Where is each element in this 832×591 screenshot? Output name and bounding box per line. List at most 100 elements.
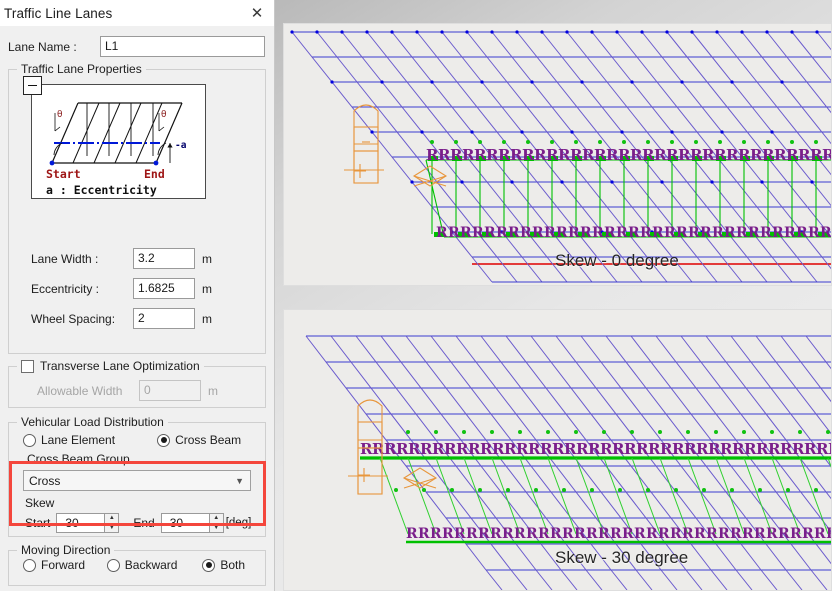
svg-text:R: R (706, 526, 718, 542)
svg-text:R: R (682, 526, 694, 542)
svg-text:R: R (778, 526, 790, 542)
svg-text:R: R (520, 225, 532, 241)
svg-text:R: R (514, 526, 526, 542)
svg-text:Start: Start (46, 167, 81, 181)
skew-label: Skew (25, 496, 55, 510)
svg-text:R: R (628, 225, 640, 241)
lane-name-input[interactable]: L1 (100, 36, 265, 57)
allowable-width-label: Allowable Width (37, 383, 123, 398)
radio-backward[interactable] (106, 558, 120, 572)
transverse-lane-optimization-label: Transverse Lane Optimization (40, 359, 200, 373)
svg-text:R: R (580, 225, 592, 241)
svg-text:R: R (754, 526, 766, 542)
radio-both[interactable] (202, 558, 216, 572)
vehicular-load-distribution-group: Vehicular Load Distribution Lane Element… (8, 415, 266, 537)
svg-text:R: R (484, 225, 496, 241)
spin-down-icon[interactable]: ▼ (210, 524, 223, 533)
allowable-width-unit: m (208, 383, 218, 398)
skew-end-spin-buttons[interactable]: ▲ ▼ (208, 513, 224, 533)
svg-text:R: R (454, 526, 466, 542)
spin-up-icon[interactable]: ▲ (209, 514, 223, 524)
cross-beam-group-select[interactable]: Cross ▼ (23, 470, 251, 491)
lane-diagram: θ θ -a Start End a: Eccentricity (31, 84, 206, 199)
svg-text:R: R (526, 526, 538, 542)
svg-text:R: R (808, 225, 820, 241)
svg-text:R: R (828, 440, 832, 458)
svg-text:R: R (760, 225, 772, 241)
svg-text:R: R (430, 526, 442, 542)
chevron-down-icon[interactable]: ▼ (235, 476, 248, 486)
svg-text:R: R (610, 526, 622, 542)
radio-lane-element[interactable] (23, 433, 36, 447)
svg-text:R: R (466, 526, 478, 542)
cross-beam-group-label: Cross Beam Group (27, 452, 130, 466)
skew-30-label: Skew - 30 degree (555, 548, 689, 567)
checkbox-icon[interactable] (21, 359, 34, 373)
svg-text:R: R (772, 225, 784, 241)
svg-text:R: R (490, 526, 502, 542)
svg-text:R: R (784, 225, 796, 241)
svg-text:R: R (544, 225, 556, 241)
wheel-spacing-input[interactable]: 2 (133, 308, 195, 329)
spin-up-icon[interactable]: ▲ (105, 514, 119, 524)
load-distribution-radios: Lane Element Cross Beam (15, 433, 259, 447)
svg-text:R: R (820, 225, 832, 241)
lane-width-row: Lane Width : 3.2 m (15, 248, 259, 269)
svg-text:R: R (790, 526, 802, 542)
svg-text:R: R (562, 526, 574, 542)
skew-start-spin-buttons[interactable]: ▲ ▼ (104, 513, 120, 533)
eccentricity-unit: m (202, 281, 212, 296)
model-viewport[interactable]: R R R R R R R R R R R R R R R R R R R R … (275, 0, 832, 591)
skew-0-scene[interactable]: R R R R R R R R R R R R R R R R R R R R … (283, 23, 832, 286)
moving-direction-group: Moving Direction Forward Backward Both (8, 543, 266, 586)
skew-row: Start -30 ▲ ▼ End -30 ▲ ▼ [deg] (25, 513, 259, 533)
skew-start-input[interactable]: -30 (56, 513, 105, 533)
lane-name-row: Lane Name : L1 (8, 36, 274, 57)
traffic-lane-properties-title: Traffic Lane Properties (17, 62, 146, 76)
spin-down-icon[interactable]: ▼ (105, 524, 118, 533)
svg-text:R: R (598, 526, 610, 542)
svg-text:R: R (694, 526, 706, 542)
svg-text:R: R (634, 526, 646, 542)
lane-width-input[interactable]: 3.2 (133, 248, 195, 269)
close-icon[interactable]: ✕ (246, 2, 268, 24)
skew-start-stepper[interactable]: -30 ▲ ▼ (56, 513, 120, 533)
svg-text:R: R (658, 526, 670, 542)
svg-text:R: R (604, 225, 616, 241)
lane-name-label: Lane Name : (8, 39, 77, 54)
svg-text:a : Eccentricity: a : Eccentricity (46, 183, 157, 197)
radio-backward-label: Backward (124, 558, 178, 572)
svg-text:R: R (436, 225, 448, 241)
svg-text:R: R (616, 225, 628, 241)
svg-text:R: R (700, 225, 712, 241)
dialog-title: Traffic Line Lanes (4, 5, 113, 21)
svg-text:R: R (742, 526, 754, 542)
minus-icon[interactable] (23, 76, 42, 95)
svg-text:R: R (556, 225, 568, 241)
wheel-spacing-row: Wheel Spacing: 2 m (15, 308, 259, 329)
svg-text:R: R (508, 225, 520, 241)
radio-cross-beam-label: Cross Beam (175, 433, 242, 447)
skew-end-input[interactable]: -30 (160, 513, 209, 533)
svg-text:R: R (814, 526, 826, 542)
svg-text:R: R (418, 526, 430, 542)
svg-text:R: R (568, 225, 580, 241)
skew-end-stepper[interactable]: -30 ▲ ▼ (160, 513, 224, 533)
wheel-spacing-unit: m (202, 311, 212, 326)
allowable-width-row: Allowable Width 0 m (15, 380, 259, 401)
transverse-lane-optimization-checkbox[interactable]: Transverse Lane Optimization (17, 359, 204, 373)
lane-diagram-wrap: θ θ -a Start End a: Eccentricity (23, 76, 259, 239)
radio-forward[interactable] (23, 558, 36, 572)
svg-text:θ: θ (57, 110, 63, 120)
svg-text:R: R (478, 526, 490, 542)
eccentricity-input[interactable]: 1.6825 (133, 278, 195, 299)
application-window: Traffic Line Lanes ✕ Lane Name : L1 Traf… (0, 0, 832, 591)
skew-end-label: End (133, 516, 155, 530)
svg-text:R: R (502, 526, 514, 542)
svg-text:R: R (718, 526, 730, 542)
lane-width-label: Lane Width : (31, 251, 99, 266)
moving-direction-radios: Forward Backward Both (15, 558, 259, 572)
svg-text:-a: -a (175, 140, 187, 151)
svg-text:R: R (670, 526, 682, 542)
radio-cross-beam[interactable] (157, 433, 171, 447)
